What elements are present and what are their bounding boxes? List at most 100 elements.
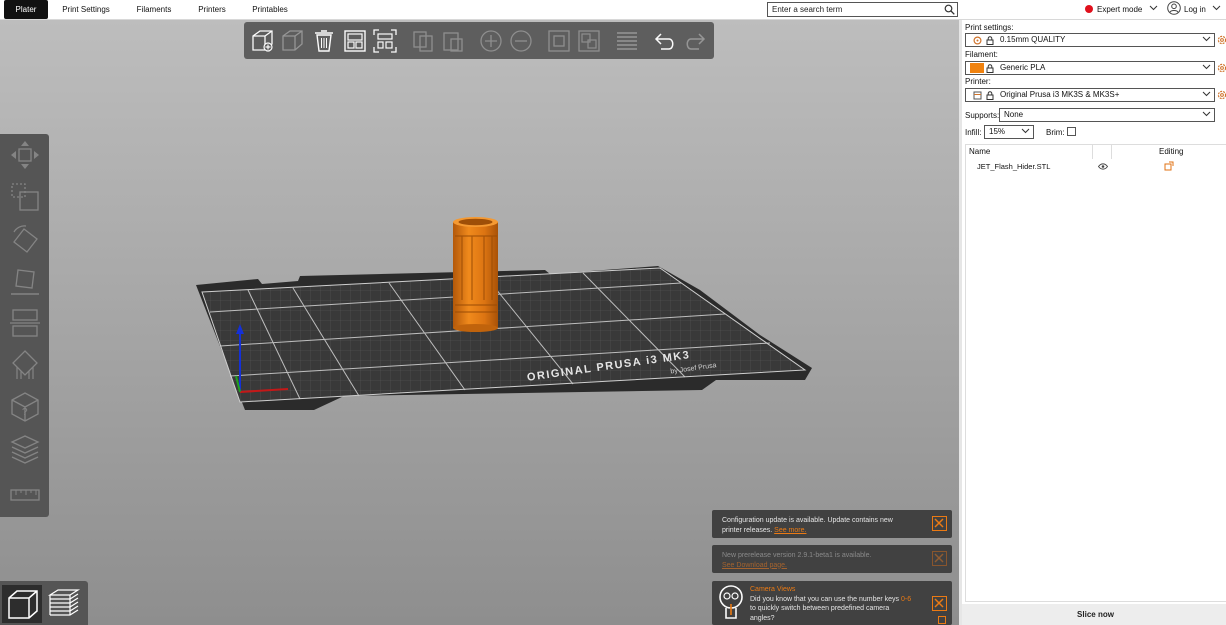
- view-switcher: [0, 581, 88, 625]
- place-on-face-icon[interactable]: [8, 264, 42, 298]
- seam-painting-icon[interactable]: ?: [8, 390, 42, 424]
- close-config-notification-button[interactable]: [932, 516, 947, 531]
- eye-icon[interactable]: [1098, 163, 1108, 170]
- print-bed: ORIGINAL PRUSA i3 MK3 by Josef Prusa: [196, 266, 812, 410]
- view-preview-button[interactable]: [44, 585, 84, 623]
- preview-layers-icon: [47, 589, 81, 616]
- lock-icon: [986, 64, 994, 73]
- chevron-down-icon: [1202, 64, 1211, 70]
- mode-selector[interactable]: Expert mode: [1085, 0, 1158, 19]
- add-instance-icon[interactable]: [478, 28, 504, 54]
- see-more-link[interactable]: See more.: [774, 527, 806, 534]
- close-icon: [934, 598, 944, 608]
- login-label: Log in: [1184, 5, 1206, 14]
- close-prerelease-notification-button[interactable]: [932, 551, 947, 566]
- measure-icon[interactable]: [8, 478, 42, 512]
- list-item[interactable]: JET_Flash_Hider.STL: [966, 159, 1226, 173]
- hint-bulb-icon: [719, 585, 743, 619]
- search-icon[interactable]: [944, 4, 955, 15]
- hint-more-button[interactable]: [938, 616, 946, 624]
- hint-title: Camera Views: [750, 586, 796, 593]
- hint-notification: Camera Views Did you know that you can u…: [712, 581, 952, 625]
- chevron-down-icon: [1202, 91, 1211, 97]
- config-update-text: Configuration update is available. Updat…: [722, 517, 893, 534]
- tab-printables[interactable]: Printables: [248, 0, 292, 19]
- close-icon: [934, 553, 944, 563]
- column-header-editing[interactable]: Editing: [1159, 145, 1183, 159]
- paste-icon[interactable]: [440, 28, 466, 54]
- redo-icon[interactable]: [682, 28, 708, 54]
- filament-combo[interactable]: Generic PLA: [965, 61, 1215, 75]
- printer-gear-icon[interactable]: [1217, 90, 1226, 100]
- tab-plater[interactable]: Plater: [4, 0, 48, 19]
- printer-label: Printer:: [965, 77, 991, 86]
- scale-icon[interactable]: [8, 180, 42, 214]
- chevron-down-icon: [1202, 36, 1211, 42]
- tab-printers[interactable]: Printers: [192, 0, 232, 19]
- system-preset-icon: [973, 36, 982, 45]
- move-icon[interactable]: [8, 138, 42, 172]
- chevron-down-icon: [1212, 5, 1221, 11]
- settings-sidebar: Print settings: 0.15mm QUALITY Filament:…: [959, 20, 1226, 625]
- print-settings-combo[interactable]: 0.15mm QUALITY: [965, 33, 1215, 47]
- prerelease-notification: New prerelease version 2.9.1-beta1 is av…: [712, 545, 952, 573]
- copy-icon[interactable]: [410, 28, 436, 54]
- delete-object-icon[interactable]: [280, 28, 306, 54]
- hint-keys: 0-6: [900, 595, 912, 603]
- add-object-icon[interactable]: [250, 28, 276, 54]
- cut-icon[interactable]: [8, 306, 42, 340]
- split-to-parts-icon[interactable]: [576, 28, 602, 54]
- tab-filaments[interactable]: Filaments: [132, 0, 176, 19]
- mode-indicator-icon: [1085, 5, 1093, 13]
- close-hint-notification-button[interactable]: [932, 596, 947, 611]
- layers-editing-icon[interactable]: [8, 432, 42, 466]
- chevron-down-icon: [1202, 111, 1211, 117]
- 3d-viewport[interactable]: ORIGINAL PRUSA i3 MK3 by Josef Prusa ? C…: [0, 20, 959, 625]
- printer-value: Original Prusa i3 MK3S & MK3S+: [1000, 90, 1120, 99]
- brim-checkbox[interactable]: [1067, 127, 1076, 136]
- brim-label: Brim:: [1046, 128, 1065, 137]
- delete-all-icon[interactable]: [311, 28, 337, 54]
- infill-combo[interactable]: 15%: [984, 125, 1034, 139]
- svg-text:?: ?: [22, 407, 28, 418]
- remove-instance-icon[interactable]: [508, 28, 534, 54]
- top-bar: Plater Print Settings Filaments Printers…: [0, 0, 1226, 20]
- slice-now-button[interactable]: Slice now: [962, 604, 1226, 625]
- filament-value: Generic PLA: [1000, 63, 1046, 72]
- printer-icon: [973, 91, 982, 100]
- lock-icon: [986, 91, 994, 100]
- column-header-name[interactable]: Name: [969, 145, 990, 159]
- variable-layer-height-icon[interactable]: [614, 28, 640, 54]
- hint-text-post: to quickly switch between predefined cam…: [750, 605, 890, 622]
- login-button[interactable]: Log in: [1167, 0, 1221, 19]
- arrange-selection-icon[interactable]: [372, 28, 398, 54]
- print-settings-label: Print settings:: [965, 23, 1014, 32]
- filament-color-swatch[interactable]: [970, 63, 984, 73]
- print-settings-gear-icon[interactable]: [1217, 35, 1226, 45]
- left-toolbar: ?: [0, 134, 49, 517]
- supports-painting-icon[interactable]: [8, 348, 42, 382]
- print-settings-value: 0.15mm QUALITY: [1000, 35, 1066, 44]
- object-list: Name Editing JET_Flash_Hider.STL: [965, 144, 1226, 602]
- arrange-icon[interactable]: [342, 28, 368, 54]
- filament-gear-icon[interactable]: [1217, 63, 1226, 73]
- lock-icon: [986, 36, 994, 45]
- search-input[interactable]: [768, 3, 938, 16]
- search-box: [767, 2, 958, 17]
- top-toolbar: [244, 22, 714, 59]
- chevron-down-icon: [1149, 5, 1157, 11]
- download-page-link[interactable]: See Download page.: [722, 562, 787, 569]
- rotate-icon[interactable]: [8, 222, 42, 256]
- 3d-view-icon: [8, 590, 38, 619]
- view-3d-button[interactable]: [2, 585, 42, 623]
- tab-print-settings[interactable]: Print Settings: [58, 0, 114, 19]
- undo-icon[interactable]: [652, 28, 678, 54]
- model-jet-flash-hider[interactable]: [453, 217, 498, 332]
- supports-combo[interactable]: None: [999, 108, 1215, 122]
- printer-combo[interactable]: Original Prusa i3 MK3S & MK3S+: [965, 88, 1215, 102]
- object-name: JET_Flash_Hider.STL: [977, 162, 1051, 171]
- config-update-notification: Configuration update is available. Updat…: [712, 510, 952, 538]
- edit-settings-icon[interactable]: [1164, 161, 1174, 171]
- split-to-objects-icon[interactable]: [546, 28, 572, 54]
- infill-label: Infill:: [965, 128, 982, 137]
